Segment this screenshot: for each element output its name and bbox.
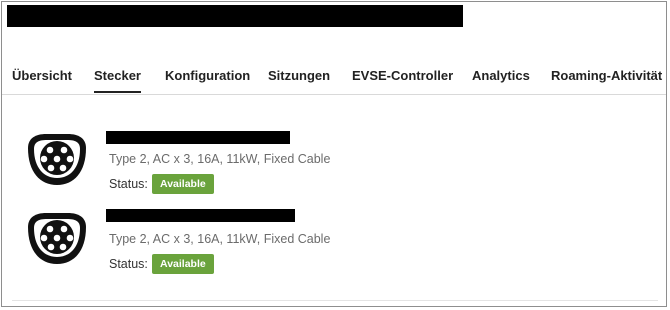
connector-item[interactable]: Type 2, AC x 3, 16A, 11kW, Fixed Cable S…: [2, 209, 666, 287]
tab-sitzungen[interactable]: Sitzungen: [268, 68, 330, 91]
tab-evse-controller[interactable]: EVSE-Controller: [352, 68, 453, 91]
status-badge: Available: [152, 254, 214, 274]
divider: [12, 300, 658, 301]
redacted-connector-name: [106, 131, 290, 144]
connector-item[interactable]: Type 2, AC x 3, 16A, 11kW, Fixed Cable S…: [2, 130, 666, 208]
tab-uebersicht[interactable]: Übersicht: [12, 68, 72, 91]
connector-spec: Type 2, AC x 3, 16A, 11kW, Fixed Cable: [109, 152, 331, 166]
status-label: Status:: [109, 257, 148, 271]
tab-roaming-aktivitaet[interactable]: Roaming-Aktivität: [551, 68, 662, 91]
connector-spec: Type 2, AC x 3, 16A, 11kW, Fixed Cable: [109, 232, 331, 246]
tab-analytics[interactable]: Analytics: [472, 68, 530, 91]
connector-panel: Übersicht Stecker Konfiguration Sitzunge…: [1, 1, 667, 307]
tab-bar: Übersicht Stecker Konfiguration Sitzunge…: [2, 64, 666, 95]
status-label: Status:: [109, 177, 148, 191]
redacted-title: [7, 5, 463, 27]
tab-konfiguration[interactable]: Konfiguration: [165, 68, 250, 91]
type2-plug-icon: [28, 134, 86, 185]
redacted-connector-name: [106, 209, 295, 222]
type2-plug-icon: [28, 213, 86, 264]
tab-stecker[interactable]: Stecker: [94, 68, 141, 93]
status-badge: Available: [152, 174, 214, 194]
